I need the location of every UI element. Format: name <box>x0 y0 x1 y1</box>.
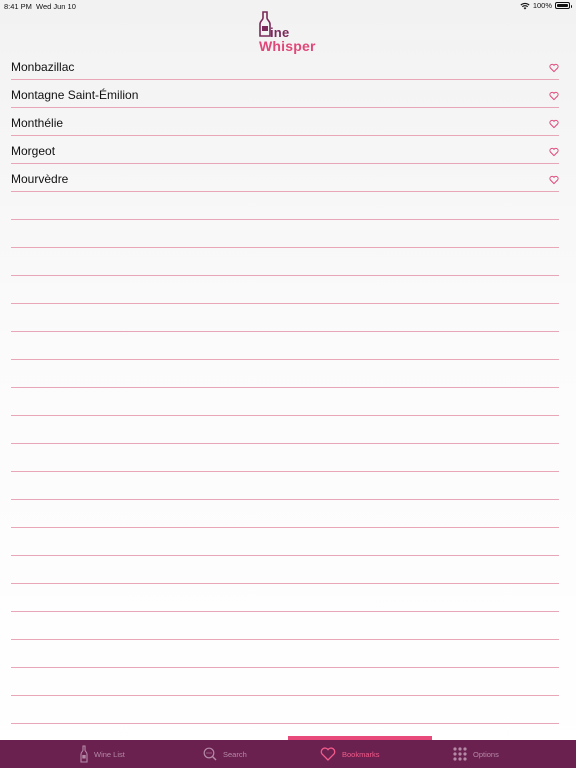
list-item[interactable]: Monbazillac <box>11 52 559 80</box>
list-item-label: Montagne Saint-Émilion <box>11 88 139 102</box>
list-item-label: Monthélie <box>11 116 64 130</box>
heart-icon <box>320 747 336 761</box>
heart-icon[interactable] <box>549 63 559 73</box>
status-indicators: 100% <box>520 1 572 10</box>
heart-icon[interactable] <box>549 147 559 157</box>
empty-row <box>11 472 559 500</box>
empty-row <box>11 556 559 584</box>
empty-row <box>11 276 559 304</box>
empty-row <box>11 248 559 276</box>
empty-row <box>11 416 559 444</box>
app-logo: ine Whisper <box>257 10 321 56</box>
wifi-icon <box>520 2 530 9</box>
status-date: Wed Jun 10 <box>36 2 76 11</box>
list-item-label: Mourvèdre <box>11 172 69 186</box>
empty-row <box>11 192 559 220</box>
list-item[interactable]: Monthélie <box>11 108 559 136</box>
empty-row <box>11 612 559 640</box>
empty-row <box>11 584 559 612</box>
tab-bar: Wine List Search Bookmarks Options <box>0 740 576 768</box>
tab-label: Bookmarks <box>342 749 380 759</box>
tab-label: Search <box>223 749 247 759</box>
tab-search[interactable]: Search <box>203 740 247 768</box>
tab-bookmarks[interactable]: Bookmarks <box>320 740 380 768</box>
list-item-label: Morgeot <box>11 144 56 158</box>
empty-row <box>11 304 559 332</box>
empty-row <box>11 668 559 696</box>
battery-icon <box>555 2 572 9</box>
heart-icon[interactable] <box>549 175 559 185</box>
tab-options[interactable]: Options <box>453 740 499 768</box>
search-icon <box>203 747 217 761</box>
grid-icon <box>453 747 467 761</box>
empty-row <box>11 640 559 668</box>
empty-row <box>11 220 559 248</box>
empty-row <box>11 696 559 724</box>
heart-icon[interactable] <box>549 119 559 129</box>
bottle-icon <box>80 745 88 763</box>
list-item[interactable]: Montagne Saint-Émilion <box>11 80 559 108</box>
list-item-label: Monbazillac <box>11 60 75 74</box>
empty-row <box>11 528 559 556</box>
list-item[interactable]: Morgeot <box>11 136 559 164</box>
bookmark-list: Monbazillac Montagne Saint-Émilion Month… <box>11 52 559 724</box>
empty-row <box>11 388 559 416</box>
empty-row <box>11 332 559 360</box>
list-item[interactable]: Mourvèdre <box>11 164 559 192</box>
empty-row <box>11 500 559 528</box>
tab-label: Options <box>473 749 499 759</box>
tab-wine-list[interactable]: Wine List <box>80 740 125 768</box>
empty-row <box>11 444 559 472</box>
battery-percent: 100% <box>532 1 552 10</box>
status-time: 8:41 PM <box>4 2 32 11</box>
heart-icon[interactable] <box>549 91 559 101</box>
tab-label: Wine List <box>94 749 125 759</box>
empty-row <box>11 360 559 388</box>
